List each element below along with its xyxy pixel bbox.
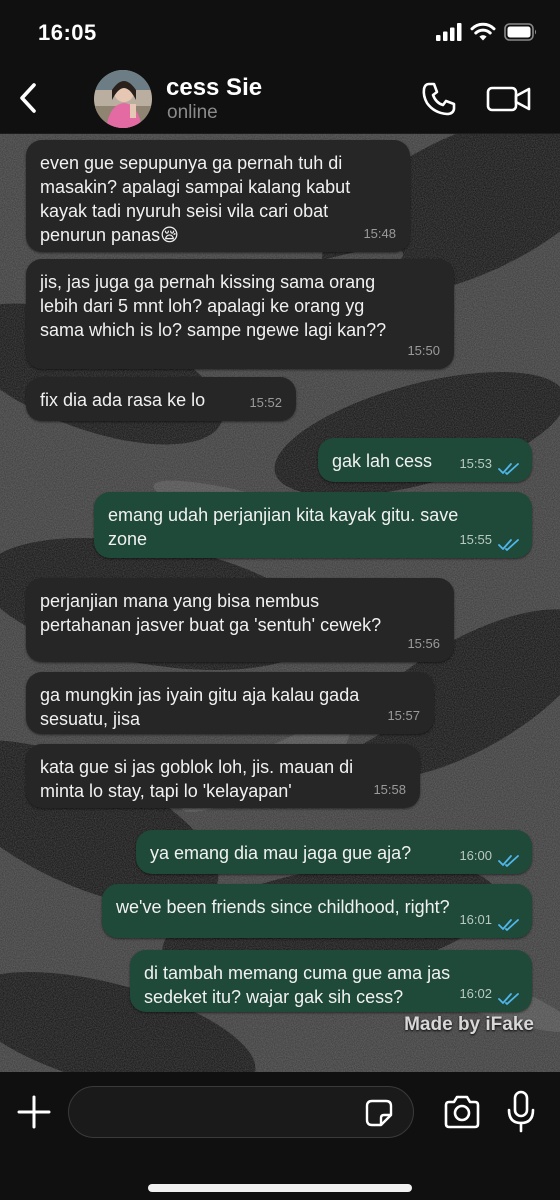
read-receipt-icon (498, 993, 519, 1005)
microphone-button[interactable] (506, 1090, 536, 1134)
message-text: we've been friends since childhood, righ… (116, 897, 450, 917)
avatar-photo (94, 70, 152, 128)
incoming-message[interactable]: fix dia ada rasa ke lo 15:52 (26, 377, 296, 421)
message-text: perjanjian mana yang bisa nembus pertaha… (40, 591, 382, 635)
message-time: 16:02 (459, 986, 492, 1001)
back-chevron-icon (20, 83, 36, 113)
message-time: 15:57 (387, 708, 420, 723)
phone-icon (422, 82, 456, 116)
signal-icon (436, 22, 462, 41)
voice-call-button[interactable] (420, 80, 458, 118)
wifi-icon (470, 22, 496, 41)
incoming-message[interactable]: jis, jas juga ga pernah kissing sama ora… (26, 259, 454, 369)
outgoing-message[interactable]: ya emang dia mau jaga gue aja? 16:00 (136, 830, 532, 874)
sticker-icon (365, 1099, 393, 1127)
message-text: gak lah cess (332, 451, 433, 471)
incoming-message[interactable]: even gue sepupunya ga pernah tuh di masa… (26, 140, 410, 252)
message-text: ga mungkin jas iyain gitu aja kalau gada… (40, 685, 360, 729)
message-text: jis, jas juga ga pernah kissing sama ora… (40, 272, 387, 340)
read-receipt-icon (498, 855, 519, 867)
message-time: 15:55 (459, 532, 492, 547)
incoming-message[interactable]: ga mungkin jas iyain gitu aja kalau gada… (26, 672, 434, 734)
incoming-message[interactable]: kata gue si jas goblok loh, jis. mauan d… (26, 744, 420, 808)
chat-area[interactable]: even gue sepupunya ga pernah tuh di masa… (0, 134, 560, 1072)
message-time: 16:00 (459, 848, 492, 863)
message-text: even gue sepupunya ga pernah tuh di masa… (40, 153, 351, 245)
read-receipt-icon (498, 919, 519, 931)
message-text: di tambah memang cuma gue ama jas sedeke… (144, 963, 451, 1007)
message-input[interactable] (68, 1086, 414, 1138)
outgoing-message[interactable]: we've been friends since childhood, righ… (102, 884, 532, 938)
chat-header: cess Sie online (0, 64, 560, 134)
outgoing-message[interactable]: emang udah perjanjian kita kayak gitu. s… (94, 492, 532, 558)
watermark: Made by iFake (404, 1014, 534, 1035)
message-text: kata gue si jas goblok loh, jis. mauan d… (40, 757, 354, 801)
battery-icon (504, 22, 537, 41)
attach-button[interactable] (14, 1092, 54, 1132)
message-time: 15:58 (373, 782, 406, 797)
contact-name[interactable]: cess Sie (166, 74, 262, 102)
message-text: emang udah perjanjian kita kayak gitu. s… (108, 505, 459, 549)
read-receipt-icon (498, 463, 519, 475)
incoming-message[interactable]: perjanjian mana yang bisa nembus pertaha… (26, 578, 454, 662)
camera-icon (444, 1095, 480, 1129)
read-receipt-icon (498, 539, 519, 551)
contact-status: online (167, 102, 218, 123)
status-bar: 16:05 (0, 0, 560, 64)
outgoing-message[interactable]: gak lah cess 15:53 (318, 438, 532, 482)
contact-avatar[interactable] (94, 70, 152, 128)
sticker-button[interactable] (364, 1098, 394, 1128)
message-time: 15:50 (407, 343, 440, 358)
video-call-button[interactable] (486, 80, 532, 118)
microphone-icon (507, 1090, 535, 1133)
composer-bar (0, 1072, 560, 1200)
back-button[interactable] (10, 78, 46, 118)
camera-button[interactable] (442, 1094, 482, 1130)
message-text: fix dia ada rasa ke lo (40, 390, 206, 410)
video-camera-icon (486, 86, 531, 112)
message-time: 16:01 (459, 912, 492, 927)
outgoing-message[interactable]: di tambah memang cuma gue ama jas sedeke… (130, 950, 532, 1012)
message-time: 15:53 (459, 456, 492, 471)
plus-icon (17, 1095, 51, 1129)
home-indicator[interactable] (148, 1184, 412, 1192)
status-icons (436, 22, 538, 41)
message-time: 15:52 (249, 395, 282, 410)
message-time: 15:48 (363, 226, 396, 241)
message-text: ya emang dia mau jaga gue aja? (150, 843, 412, 863)
message-time: 15:56 (407, 636, 440, 651)
status-time: 16:05 (38, 20, 97, 45)
